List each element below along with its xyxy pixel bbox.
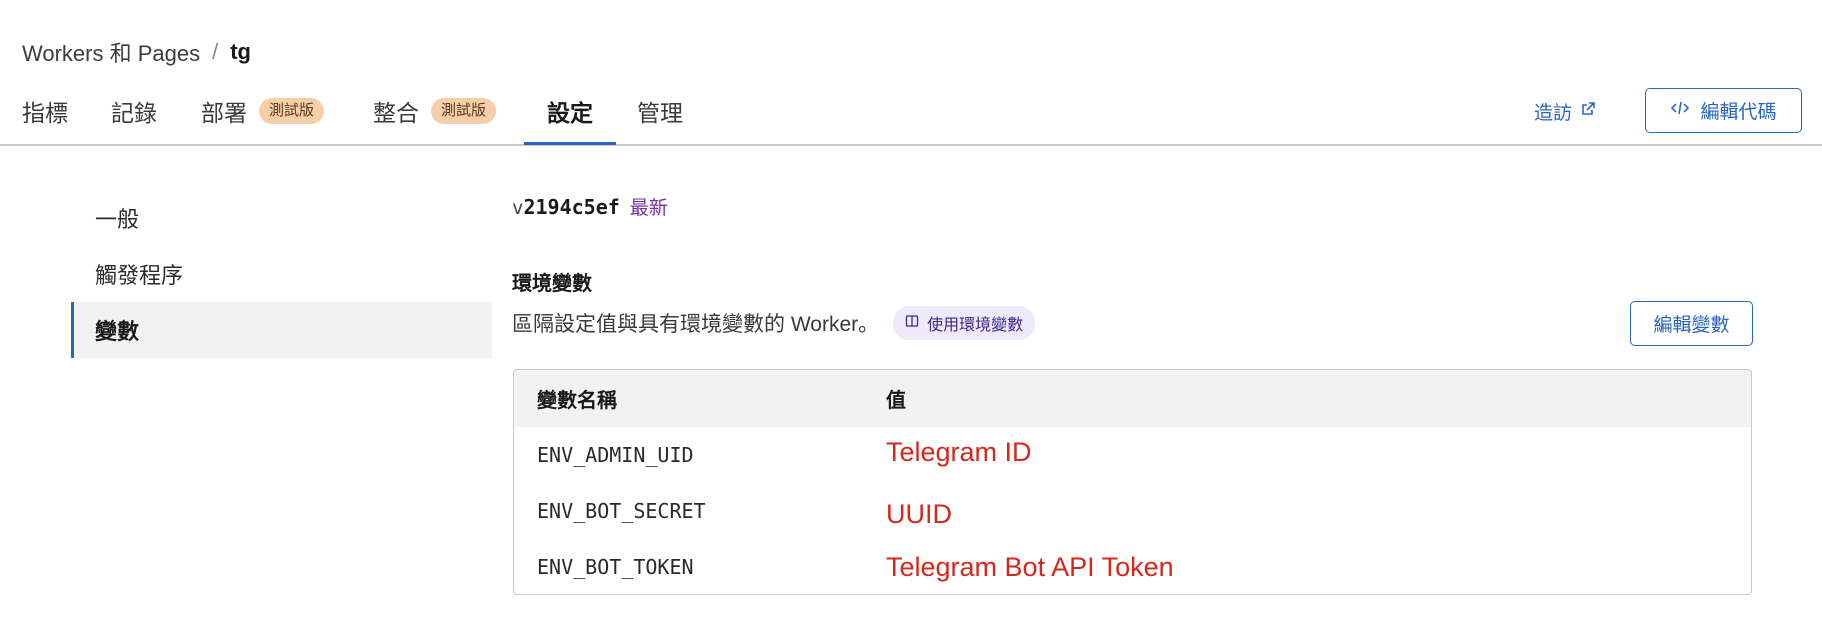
tab-metrics[interactable]: 指標 [22,94,68,128]
variable-name: ENV_BOT_TOKEN [537,555,694,579]
beta-badge: 測試版 [259,98,325,124]
latest-tag: 最新 [629,198,668,219]
version-prefix: v [512,197,524,219]
tab-label: 管理 [637,100,683,126]
section-description: 區隔設定值與具有環境變數的 Worker。 使用環境變數 [512,306,1036,340]
version-info: v 2194c5ef 最新 [512,193,668,220]
tab-label: 部署 [201,100,247,126]
sidebar-item-triggers[interactable]: 觸發程序 [71,246,492,302]
table-row: ENV_BOT_TOKEN Telegram Bot API Token [514,539,1751,594]
book-icon [905,314,919,333]
external-link-icon [1580,101,1596,123]
visit-link[interactable]: 造訪 [1534,98,1596,125]
variable-name: ENV_BOT_SECRET [537,499,706,523]
variable-value: UUID [886,498,952,529]
sidebar-item-label: 變數 [95,319,140,344]
visit-label: 造訪 [1534,103,1573,124]
breadcrumb: Workers 和 Pages / tg [22,36,251,68]
table-header: 變數名稱 值 [514,370,1751,427]
edit-code-label: 編輯代碼 [1700,102,1777,123]
description-text: 區隔設定值與具有環境變數的 Worker。 [512,313,880,336]
settings-sidebar: 一般 觸發程序 變數 [71,190,492,358]
tab-deployments[interactable]: 部署 測試版 [201,94,325,128]
tab-logs[interactable]: 記錄 [111,94,157,128]
variables-table: 變數名稱 值 ENV_ADMIN_UID Telegram ID ENV_BOT… [513,369,1752,595]
edit-variables-button[interactable]: 編輯變數 [1630,301,1753,346]
breadcrumb-current: tg [230,39,251,64]
sidebar-item-label: 一般 [95,207,140,232]
docs-link-label: 使用環境變數 [927,317,1024,334]
breadcrumb-parent[interactable]: Workers 和 Pages [22,36,200,68]
variable-value: Telegram ID [886,436,1032,467]
tab-integrations[interactable]: 整合 測試版 [373,94,497,128]
edit-variables-label: 編輯變數 [1653,315,1730,336]
active-tab-indicator [524,142,616,145]
tab-label: 記錄 [111,100,157,126]
breadcrumb-separator: / [212,39,219,64]
edit-code-button[interactable]: 編輯代碼 [1645,88,1802,133]
variable-name: ENV_ADMIN_UID [537,443,694,467]
version-hash: 2194c5ef [523,195,620,219]
docs-link-chip[interactable]: 使用環境變數 [893,306,1036,340]
sidebar-item-general[interactable]: 一般 [71,190,492,246]
tab-label: 指標 [22,100,68,126]
table-row: ENV_ADMIN_UID Telegram ID [514,427,1751,483]
tab-manage[interactable]: 管理 [637,94,683,128]
tab-label: 設定 [547,100,593,126]
header-name: 變數名稱 [537,390,617,412]
code-icon [1670,100,1690,122]
beta-badge: 測試版 [431,98,497,124]
header-value: 值 [886,390,906,412]
section-title: 環境變數 [512,273,592,295]
tab-settings[interactable]: 設定 [547,94,593,128]
sidebar-item-variables[interactable]: 變數 [71,302,492,358]
sidebar-item-label: 觸發程序 [95,263,184,288]
table-row: ENV_BOT_SECRET UUID [514,483,1751,539]
variable-value: Telegram Bot API Token [886,551,1174,582]
tab-label: 整合 [373,100,419,126]
